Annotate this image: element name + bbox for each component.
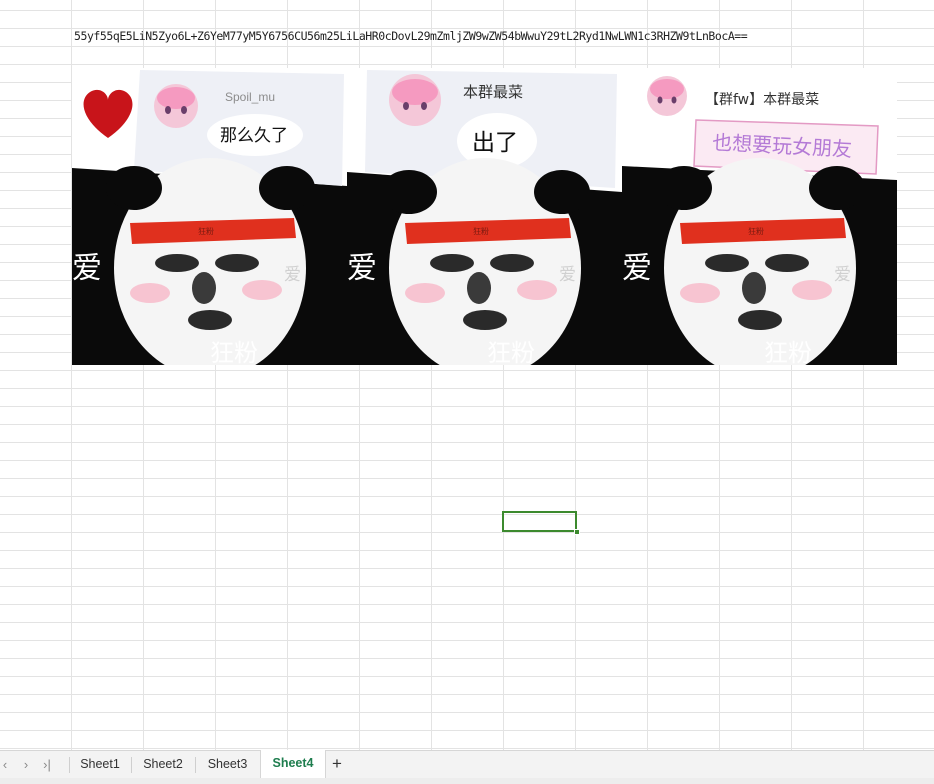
meme-caption: 狂粉 <box>210 339 258 365</box>
tab-sheet1[interactable]: Sheet1 <box>70 751 130 778</box>
watermark-left: 爱 <box>72 251 102 286</box>
tab-label: Sheet3 <box>207 757 248 771</box>
chat-username: Spoil_mu <box>225 90 275 104</box>
meme-panel-1: Spoil_mu 那么久了 狂粉 爱 爱 狂粉 <box>72 68 347 365</box>
first-sheet-icon[interactable]: ‹ <box>0 756 14 774</box>
watermark-left: 爱 <box>622 251 652 286</box>
active-cell-selection[interactable] <box>502 511 577 532</box>
headband-text: 狂粉 <box>198 226 214 236</box>
fill-handle[interactable] <box>574 529 580 535</box>
embedded-meme-image[interactable]: Spoil_mu 那么久了 狂粉 爱 爱 狂粉 本群最菜 出了 狂粉 爱 爱 狂… <box>72 68 897 365</box>
tab-label: Sheet1 <box>80 757 120 771</box>
watermark-right: 爱 <box>559 265 576 285</box>
headband-text: 狂粉 <box>473 226 489 236</box>
chat-username: 本群最菜 <box>463 83 523 101</box>
meme-panel-2: 本群最菜 出了 狂粉 爱 爱 狂粉 <box>347 68 622 365</box>
watermark-left: 爱 <box>347 251 377 286</box>
tab-sheet2[interactable]: Sheet2 <box>132 751 194 778</box>
sheet-tab-bar: ‹ › ›| Sheet1 Sheet2 Sheet3 Sheet4 + <box>0 750 934 779</box>
meme-caption: 狂粉 <box>764 339 812 365</box>
next-sheet-icon[interactable]: › <box>17 756 35 774</box>
last-sheet-icon[interactable]: ›| <box>38 756 56 774</box>
tab-sheet3[interactable]: Sheet3 <box>196 751 259 778</box>
meme-panel-3: 【群fw】本群最菜 也想要玩女朋友 狂粉 爱 爱 狂粉 <box>622 68 897 365</box>
watermark-right: 爱 <box>284 265 301 285</box>
headband-text: 狂粉 <box>748 226 764 236</box>
chat-username: 【群fw】本群最菜 <box>705 92 819 108</box>
bubble-text: 那么久了 <box>220 126 288 146</box>
cell-a1-text[interactable]: 55yf55qE5LiN5Zyo6L+Z6YeM77yM5Y6756CU56m2… <box>74 29 748 43</box>
meme-caption: 狂粉 <box>487 339 535 365</box>
tab-label: Sheet2 <box>143 757 183 771</box>
add-sheet-icon[interactable]: + <box>328 755 346 773</box>
bubble-text: 出了 <box>472 130 518 156</box>
watermark-right: 爱 <box>834 265 851 285</box>
status-bar <box>0 778 934 784</box>
tab-label: Sheet4 <box>272 756 314 770</box>
tab-sheet4[interactable]: Sheet4 <box>260 750 326 778</box>
